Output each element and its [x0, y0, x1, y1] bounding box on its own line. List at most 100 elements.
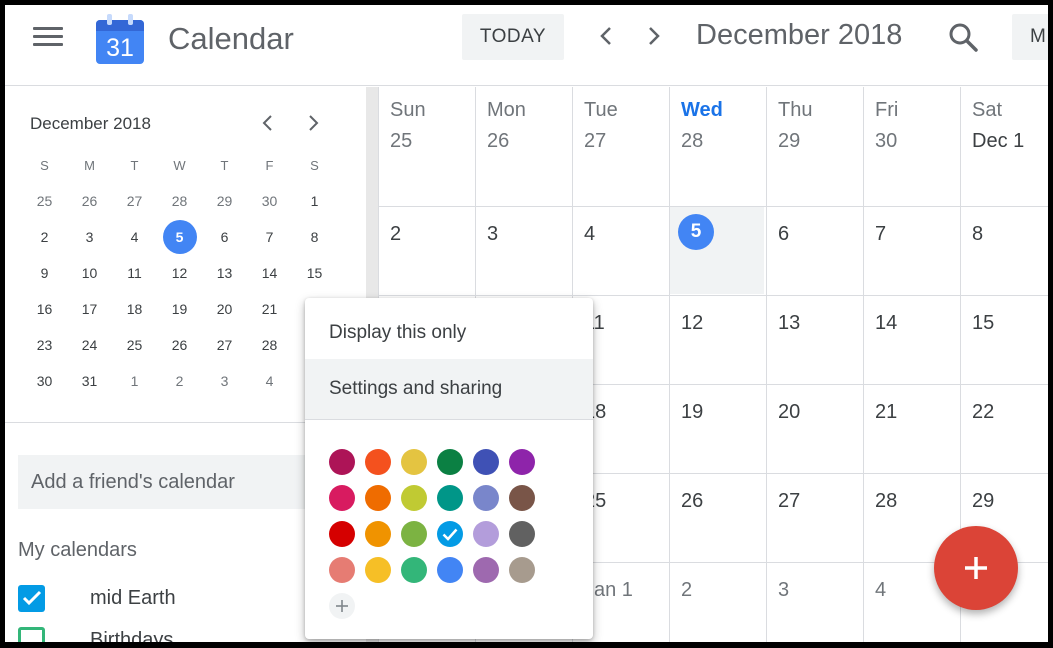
mini-calendar-day[interactable]: 17 — [67, 291, 112, 327]
mini-calendar-day[interactable]: 6 — [202, 219, 247, 255]
mini-calendar-day[interactable]: 14 — [247, 255, 292, 291]
month-day-number[interactable]: 4 — [875, 579, 886, 602]
month-day-number[interactable]: 13 — [778, 312, 800, 335]
color-swatch[interactable] — [329, 557, 355, 583]
mini-calendar-day[interactable]: 11 — [112, 255, 157, 291]
mini-calendar-day[interactable]: 31 — [67, 363, 112, 399]
mini-calendar-day[interactable]: 30 — [22, 363, 67, 399]
mini-calendar-day[interactable]: 3 — [67, 219, 112, 255]
color-swatch[interactable] — [365, 449, 391, 475]
mini-calendar-day[interactable]: 25 — [112, 327, 157, 363]
color-swatch[interactable] — [473, 449, 499, 475]
mini-calendar-day[interactable]: 27 — [202, 327, 247, 363]
month-day-number[interactable]: Dec 1 — [972, 130, 1024, 153]
color-swatch[interactable] — [509, 557, 535, 583]
color-swatch[interactable] — [473, 485, 499, 511]
month-day-number[interactable]: 2 — [681, 579, 692, 602]
main-menu-button[interactable] — [33, 27, 63, 49]
mini-calendar-prev-button[interactable] — [256, 111, 280, 135]
month-day-number[interactable]: 28 — [681, 130, 703, 153]
mini-calendar-day[interactable]: 20 — [202, 291, 247, 327]
month-day-number[interactable]: 26 — [681, 490, 703, 513]
color-swatch[interactable] — [365, 485, 391, 511]
month-day-number[interactable]: 19 — [681, 401, 703, 424]
mini-calendar-day[interactable]: 4 — [112, 219, 157, 255]
month-day-number[interactable]: 8 — [972, 223, 983, 246]
mini-calendar-day[interactable]: 15 — [292, 255, 337, 291]
color-swatch[interactable] — [509, 449, 535, 475]
mini-calendar-day[interactable]: 16 — [22, 291, 67, 327]
mini-calendar-day[interactable]: 29 — [202, 183, 247, 219]
mini-calendar-day[interactable]: 23 — [22, 327, 67, 363]
mini-calendar-day[interactable]: 2 — [22, 219, 67, 255]
mini-calendar-day[interactable]: 8 — [292, 219, 337, 255]
color-swatch[interactable] — [437, 449, 463, 475]
color-swatch[interactable] — [473, 557, 499, 583]
color-swatch[interactable] — [401, 485, 427, 511]
mini-calendar-day[interactable]: 24 — [67, 327, 112, 363]
mini-calendar-day[interactable]: 26 — [67, 183, 112, 219]
mini-calendar-day[interactable]: 12 — [157, 255, 202, 291]
mini-calendar-day[interactable]: 19 — [157, 291, 202, 327]
month-day-number[interactable]: 25 — [390, 130, 412, 153]
color-swatch[interactable] — [437, 557, 463, 583]
color-swatch[interactable] — [329, 485, 355, 511]
next-period-button[interactable] — [639, 21, 669, 51]
mini-calendar-day[interactable]: 2 — [157, 363, 202, 399]
mini-calendar-day[interactable]: 7 — [247, 219, 292, 255]
color-swatch[interactable] — [329, 521, 355, 547]
mini-calendar-day[interactable]: 3 — [202, 363, 247, 399]
mini-calendar-day[interactable]: 28 — [157, 183, 202, 219]
month-day-number[interactable]: 27 — [778, 490, 800, 513]
mini-calendar-day[interactable]: 13 — [202, 255, 247, 291]
month-day-number[interactable]: 7 — [875, 223, 886, 246]
previous-period-button[interactable] — [591, 21, 621, 51]
color-swatch[interactable] — [365, 521, 391, 547]
color-swatch[interactable] — [473, 521, 499, 547]
color-swatch[interactable] — [329, 449, 355, 475]
mini-calendar-day[interactable]: 28 — [247, 327, 292, 363]
month-day-number[interactable]: 15 — [972, 312, 994, 335]
month-day-number[interactable]: 3 — [778, 579, 789, 602]
month-day-number[interactable]: 22 — [972, 401, 994, 424]
mini-calendar-next-button[interactable] — [301, 111, 325, 135]
month-day-number[interactable]: 30 — [875, 130, 897, 153]
mini-calendar-day[interactable]: 26 — [157, 327, 202, 363]
mini-calendar-day[interactable]: 18 — [112, 291, 157, 327]
color-swatch[interactable] — [365, 557, 391, 583]
month-day-number[interactable]: 3 — [487, 223, 498, 246]
color-swatch[interactable] — [401, 449, 427, 475]
month-day-number[interactable]: 20 — [778, 401, 800, 424]
month-day-number[interactable]: 29 — [778, 130, 800, 153]
search-button[interactable] — [947, 21, 979, 53]
calendar-item-birthdays[interactable]: Birthdays — [18, 625, 173, 642]
add-custom-color-button[interactable] — [329, 593, 355, 619]
mini-calendar-day[interactable]: 5 — [157, 219, 202, 255]
calendar-checkbox-unchecked[interactable] — [18, 626, 45, 642]
month-day-number[interactable]: 14 — [875, 312, 897, 335]
color-swatch[interactable] — [509, 521, 535, 547]
month-day-number[interactable]: 26 — [487, 130, 509, 153]
mini-calendar-day[interactable]: 1 — [292, 183, 337, 219]
color-swatch[interactable] — [437, 485, 463, 511]
mini-calendar-day[interactable]: 1 — [112, 363, 157, 399]
color-swatch-selected[interactable] — [437, 521, 463, 547]
month-day-number[interactable]: 6 — [778, 223, 789, 246]
month-day-number[interactable]: 12 — [681, 312, 703, 335]
today-button[interactable]: TODAY — [462, 14, 564, 60]
month-day-number[interactable]: 28 — [875, 490, 897, 513]
month-day-number[interactable]: 2 — [390, 223, 401, 246]
mini-calendar-day[interactable]: 4 — [247, 363, 292, 399]
mini-calendar-day[interactable]: 25 — [22, 183, 67, 219]
menu-item-settings-and-sharing[interactable]: Settings and sharing — [305, 359, 593, 419]
mini-calendar-day[interactable]: 9 — [22, 255, 67, 291]
calendar-item-mid-earth[interactable]: mid Earth — [18, 583, 176, 613]
month-day-number[interactable]: 4 — [584, 223, 595, 246]
month-day-number[interactable]: 29 — [972, 490, 994, 513]
color-swatch[interactable] — [401, 521, 427, 547]
menu-item-display-this-only[interactable]: Display this only — [305, 303, 593, 363]
month-day-number[interactable]: 27 — [584, 130, 606, 153]
calendar-checkbox-checked[interactable] — [18, 584, 45, 612]
my-calendars-header[interactable]: My calendars — [18, 539, 137, 562]
mini-calendar-day[interactable]: 30 — [247, 183, 292, 219]
